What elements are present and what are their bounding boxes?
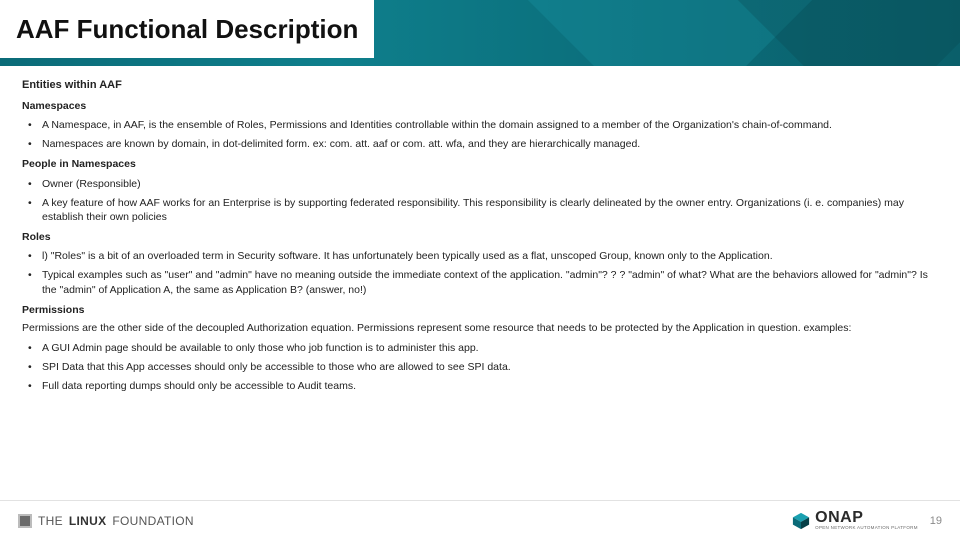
heading-people: People in Namespaces [22,157,938,171]
list-roles: l) "Roles" is a bit of an overloaded ter… [22,249,938,297]
list-item: SPI Data that this App accesses should o… [22,360,938,374]
slide: AAF Functional Description Entities with… [0,0,960,540]
onap-cube-icon [792,512,810,530]
lf-linux: LINUX [69,514,107,528]
footer-right: ONAP OPEN NETWORK AUTOMATION PLATFORM 19 [792,509,942,532]
heading-roles: Roles [22,230,938,244]
list-item: Owner (Responsible) [22,177,938,191]
list-text: Typical examples such as "user" and "adm… [42,269,928,295]
onap-subtitle: OPEN NETWORK AUTOMATION PLATFORM [815,526,918,531]
page-number: 19 [930,515,942,527]
list-text: Namespaces are known by domain, in dot-d… [42,138,640,150]
page-title: AAF Functional Description [16,14,358,45]
permissions-intro: Permissions are the other side of the de… [22,321,938,335]
linux-foundation-logo: THE LINUX FOUNDATION [18,514,194,528]
list-text: Full data reporting dumps should only be… [42,380,356,392]
list-item: Typical examples such as "user" and "adm… [22,268,938,296]
heading-namespaces: Namespaces [22,99,938,113]
onap-text: ONAP OPEN NETWORK AUTOMATION PLATFORM [815,509,918,532]
list-text: A Namespace, in AAF, is the ensemble of … [42,119,832,131]
list-text: SPI Data that this App accesses should o… [42,361,511,373]
title-strip: AAF Functional Description [0,0,374,58]
lf-foundation: FOUNDATION [112,514,193,528]
list-item: l) "Roles" is a bit of an overloaded ter… [22,249,938,263]
list-text: Owner (Responsible) [42,178,141,190]
section-title: Entities within AAF [22,78,938,93]
list-item: Full data reporting dumps should only be… [22,379,938,393]
list-text: l) "Roles" is a bit of an overloaded ter… [42,250,773,262]
list-item: Namespaces are known by domain, in dot-d… [22,137,938,151]
list-text: A key feature of how AAF works for an En… [42,197,904,223]
list-item: A Namespace, in AAF, is the ensemble of … [22,118,938,132]
lf-the: THE [38,514,63,528]
lf-square-icon [18,514,32,528]
content: Entities within AAF Namespaces A Namespa… [0,66,960,394]
list-people: Owner (Responsible) A key feature of how… [22,177,938,225]
list-text: A GUI Admin page should be available to … [42,342,479,354]
list-permissions: A GUI Admin page should be available to … [22,341,938,394]
header-banner: AAF Functional Description [0,0,960,66]
footer: THE LINUX FOUNDATION ONAP OPEN NETWORK A… [0,500,960,540]
list-namespaces: A Namespace, in AAF, is the ensemble of … [22,118,938,151]
list-item: A GUI Admin page should be available to … [22,341,938,355]
heading-permissions: Permissions [22,303,938,317]
onap-logo: ONAP OPEN NETWORK AUTOMATION PLATFORM [792,509,918,532]
list-item: A key feature of how AAF works for an En… [22,196,938,224]
